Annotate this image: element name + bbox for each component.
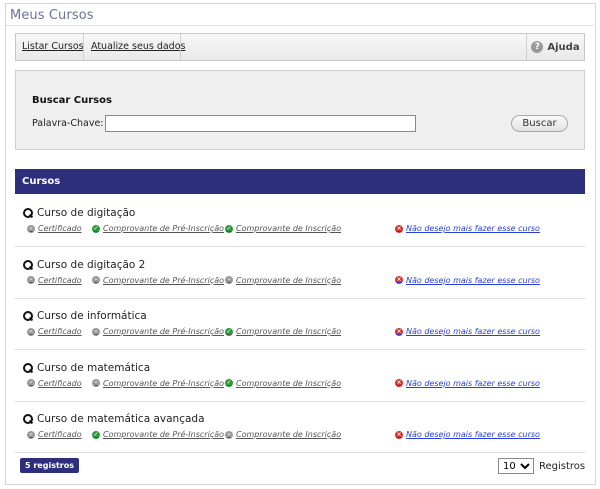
certificate-link[interactable]: – Certificado — [27, 224, 82, 233]
search-button[interactable]: Buscar — [511, 115, 568, 132]
course-row: Curso de digitação 2– Certificado – Comprov… — [15, 247, 585, 299]
action-label: Não desejo mais fazer esse curso — [406, 430, 540, 439]
keyword-input[interactable] — [105, 115, 416, 132]
registration-receipt-link[interactable]: ✓ Comprovante de Inscrição — [225, 379, 341, 388]
minus-circle-icon: – — [92, 327, 100, 336]
toolbar-divider — [83, 34, 84, 60]
minus-circle-icon: – — [27, 430, 35, 439]
cancel-enrollment-link[interactable]: × Não desejo mais fazer esse curso — [395, 327, 540, 336]
list-courses-link[interactable]: Listar Cursos — [22, 41, 84, 52]
action-label: Comprovante de Inscrição — [236, 224, 342, 233]
course-name: Curso de digitação 2 — [37, 258, 146, 271]
search-panel: Buscar Cursos Palavra-Chave: Buscar — [15, 70, 585, 150]
action-label: Não desejo mais fazer esse curso — [406, 378, 540, 388]
help-icon: ? — [531, 41, 544, 53]
action-label: Certificado — [38, 430, 82, 439]
course-name-link[interactable]: Curso de matemática avançada — [23, 413, 205, 425]
minus-circle-icon: – — [225, 430, 233, 439]
course-name: Curso de informática — [37, 310, 147, 322]
certificate-link[interactable]: – Certificado — [27, 276, 82, 285]
title-divider — [6, 25, 594, 26]
minus-circle-icon: – — [27, 379, 35, 387]
x-circle-icon: × — [395, 327, 403, 336]
registration-receipt-link[interactable]: ✓ Comprovante de Inscrição — [225, 224, 341, 233]
toolbar: Listar Cursos Atualize seus dados ? Ajud… — [15, 33, 585, 61]
search-icon — [23, 208, 33, 218]
action-label: Comprovante de Inscrição — [236, 275, 342, 285]
action-label: Certificado — [38, 327, 82, 336]
action-label: Comprovante de Inscrição — [236, 327, 342, 336]
course-name: Curso de matemática — [37, 361, 151, 374]
help-label: Ajuda — [547, 41, 580, 53]
search-icon — [23, 362, 33, 373]
course-name-link[interactable]: Curso de matemática — [23, 362, 150, 374]
cancel-enrollment-link[interactable]: × Não desejo mais fazer esse curso — [395, 224, 540, 233]
course-row: Curso de digitação – Certificado ✓ Comprovan… — [15, 195, 585, 247]
action-label: Comprovante de Pré-Inscrição — [103, 224, 225, 233]
registration-receipt-link[interactable]: – Comprovante de Inscrição — [225, 276, 341, 285]
help-button[interactable]: ? Ajuda — [526, 34, 584, 60]
cancel-enrollment-link[interactable]: × Não desejo mais fazer esse curso — [395, 430, 540, 439]
minus-circle-icon: – — [225, 276, 233, 284]
action-label: Comprovante de Pré-Inscrição — [103, 327, 225, 336]
minus-circle-icon: – — [92, 379, 100, 387]
course-name-link[interactable]: Curso de digitação — [23, 207, 135, 219]
action-label: Não desejo mais fazer esse curso — [406, 224, 540, 233]
check-circle-icon: ✓ — [92, 430, 100, 439]
courses-header: Cursos — [15, 169, 585, 194]
minus-circle-icon: – — [27, 327, 35, 336]
search-icon — [23, 414, 33, 424]
action-label: Certificado — [38, 224, 82, 233]
update-data-link[interactable]: Atualize seus dados — [91, 41, 185, 52]
registration-receipt-link[interactable]: ✓ Comprovante de Inscrição — [225, 327, 341, 336]
registration-receipt-link[interactable]: – Comprovante de Inscrição — [225, 430, 341, 439]
pre-registration-receipt-link[interactable]: – Comprovante de Pré-Inscrição — [92, 276, 224, 285]
per-page-select[interactable]: 10 — [498, 458, 534, 474]
cancel-enrollment-link[interactable]: × Não desejo mais fazer esse curso — [395, 276, 540, 285]
search-title: Buscar Cursos — [32, 95, 112, 106]
x-circle-icon: × — [395, 224, 403, 233]
action-label: Não desejo mais fazer esse curso — [406, 275, 540, 285]
certificate-link[interactable]: – Certificado — [27, 430, 82, 439]
course-name: Curso de digitação — [37, 207, 136, 219]
action-label: Não desejo mais fazer esse curso — [406, 327, 540, 336]
check-circle-icon: ✓ — [92, 224, 100, 233]
course-row: Curso de matemática – Certificado – Comprova… — [15, 350, 585, 402]
minus-circle-icon: – — [27, 276, 35, 284]
pre-registration-receipt-link[interactable]: – Comprovante de Pré-Inscrição — [92, 327, 224, 336]
pre-registration-receipt-link[interactable]: – Comprovante de Pré-Inscrição — [92, 379, 224, 388]
action-label: Comprovante de Pré-Inscrição — [103, 430, 225, 439]
cancel-enrollment-link[interactable]: × Não desejo mais fazer esse curso — [395, 379, 540, 388]
certificate-link[interactable]: – Certificado — [27, 379, 82, 388]
x-circle-icon: × — [395, 379, 403, 387]
action-label: Comprovante de Pré-Inscrição — [103, 378, 225, 388]
minus-circle-icon: – — [92, 276, 100, 284]
search-icon — [23, 311, 33, 321]
course-row: Curso de informática – Certificado – Comprov… — [15, 298, 585, 350]
action-label: Comprovante de Pré-Inscrição — [103, 275, 225, 285]
action-label: Comprovante de Inscrição — [236, 430, 342, 439]
toolbar-divider — [180, 34, 181, 60]
action-label: Certificado — [38, 275, 82, 285]
check-circle-icon: ✓ — [225, 327, 233, 336]
page-title: Meus Cursos — [10, 8, 94, 23]
search-icon — [23, 259, 33, 270]
records-count-badge: 5 registros — [20, 458, 79, 473]
pre-registration-receipt-link[interactable]: ✓ Comprovante de Pré-Inscrição — [92, 224, 224, 233]
action-label: Comprovante de Inscrição — [236, 378, 342, 388]
keyword-label: Palavra-Chave: — [32, 118, 104, 129]
check-circle-icon: ✓ — [225, 379, 233, 387]
minus-circle-icon: – — [27, 224, 35, 233]
pre-registration-receipt-link[interactable]: ✓ Comprovante de Pré-Inscrição — [92, 430, 224, 439]
course-name-link[interactable]: Curso de digitação 2 — [23, 259, 145, 271]
certificate-link[interactable]: – Certificado — [27, 327, 82, 336]
course-name: Curso de matemática avançada — [37, 413, 205, 425]
check-circle-icon: ✓ — [225, 224, 233, 233]
action-label: Certificado — [38, 378, 82, 388]
course-row: Curso de matemática avançada – Certificado… — [15, 401, 585, 453]
x-circle-icon: × — [395, 430, 403, 439]
per-page-label: Registros — [539, 461, 586, 472]
course-name-link[interactable]: Curso de informática — [23, 310, 147, 322]
x-circle-icon: × — [395, 276, 403, 284]
